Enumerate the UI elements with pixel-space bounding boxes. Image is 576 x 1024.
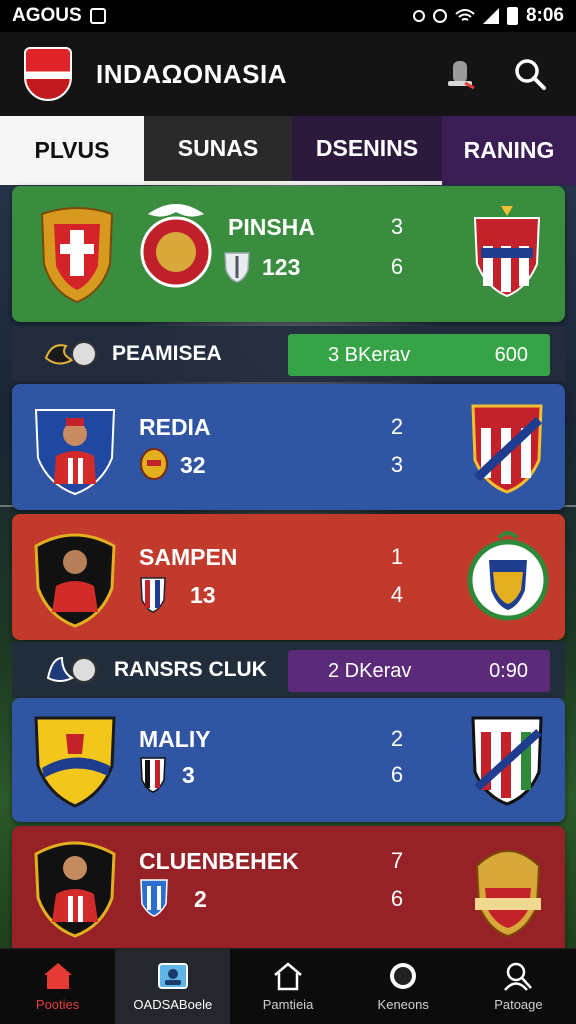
opponent-crest-icon — [471, 404, 543, 494]
info-box[interactable]: 2 DKerav 0:90 — [288, 650, 550, 692]
trophy-icon — [140, 448, 168, 480]
shield-icon — [140, 757, 166, 793]
match-card[interactable]: PINSHA 123 3 6 — [12, 186, 565, 322]
nav-item-pooties[interactable]: Pooties — [0, 949, 115, 1024]
tab-raning[interactable]: RANING — [442, 116, 576, 185]
match-card[interactable]: CLUENBEHEK 2 7 6 — [12, 826, 565, 948]
app-logo — [24, 47, 72, 101]
info-box-text: 2 DKerav — [328, 659, 412, 682]
info-label: PEAMISEA — [112, 342, 222, 365]
wifi-icon — [455, 9, 475, 21]
shield-icon — [140, 577, 166, 613]
nav-item-pamtieia[interactable]: Pamtieia — [230, 949, 345, 1024]
score-top: 2 — [390, 726, 404, 751]
rival-crest-icon — [140, 204, 212, 288]
score-bottom: 6 — [390, 254, 404, 279]
carrier-label: AGOUS — [12, 5, 82, 26]
tab-plvus[interactable]: PLVUS — [0, 116, 144, 185]
shield-icon — [140, 879, 168, 917]
house-outline-icon — [274, 962, 302, 991]
profile-card-icon — [157, 963, 188, 989]
team-number: 3 — [182, 762, 195, 788]
nav-item-oadsaboele[interactable]: OADSABoele — [115, 949, 231, 1024]
battery-icon — [506, 7, 518, 25]
nav-item-keneons[interactable]: Keneons — [346, 949, 461, 1024]
player-badge-icon — [34, 841, 116, 938]
app-bar: INDAΩONASIA — [0, 32, 576, 116]
player-badge-icon — [34, 533, 116, 628]
team-number: 32 — [180, 452, 206, 478]
bell-icon — [448, 61, 475, 90]
info-row: PEAMISEA 3 BKerav 600 — [12, 326, 565, 382]
nav-label: Pamtieia — [262, 997, 314, 1012]
team-number: 13 — [190, 582, 216, 608]
clock-icon — [432, 9, 447, 23]
tab-sunas[interactable]: SUNAS — [144, 116, 292, 185]
status-bar: AGOUS 8:06 — [0, 0, 576, 32]
score-bottom: 6 — [390, 886, 404, 911]
opponent-crest-icon — [471, 716, 543, 806]
info-row: RANSRS CLUK 2 DKerav 0:90 — [12, 642, 565, 698]
match-card[interactable]: MALIY 3 2 6 — [12, 698, 565, 822]
score-top: 1 — [390, 544, 404, 569]
gallery-icon — [89, 8, 106, 24]
team-name: PINSHA — [228, 214, 315, 240]
nav-label: OADSABoele — [133, 997, 213, 1012]
player-badge-icon — [34, 409, 116, 496]
app-title: INDAΩONASIA — [96, 58, 288, 89]
info-box-text: 3 BKerav — [328, 343, 411, 366]
opponent-crest-icon — [467, 531, 549, 621]
user-icon — [504, 962, 533, 991]
score-bottom: 6 — [390, 762, 404, 787]
search-button[interactable] — [508, 52, 552, 96]
search-icon — [515, 59, 546, 90]
team-crest-icon — [40, 207, 114, 304]
tab-dsenins[interactable]: DSENINS — [292, 116, 442, 185]
info-label: RANSRS CLUK — [114, 658, 267, 681]
opponent-crest-icon — [475, 850, 541, 938]
nav-item-patoage[interactable]: Patoage — [461, 949, 576, 1024]
ball-boot-icon — [46, 656, 97, 683]
team-crest-icon — [34, 716, 116, 808]
score-bottom: 3 — [390, 452, 404, 477]
match-card[interactable]: REDIA 32 2 3 — [12, 384, 565, 510]
clock-label: 8:06 — [525, 5, 564, 26]
nav-label: Pooties — [35, 997, 80, 1012]
nav-label: Patoage — [494, 997, 543, 1012]
tab-bar: PLVUS SUNAS DSENINS RANING — [0, 116, 576, 185]
home-icon — [43, 963, 72, 989]
shield-icon — [224, 252, 250, 283]
team-name: REDIA — [139, 414, 211, 440]
ball-boot-icon — [44, 341, 97, 367]
score-top: 7 — [390, 848, 404, 873]
match-card[interactable]: SAMPEN 13 1 4 — [12, 514, 565, 640]
info-box[interactable]: 3 BKerav 600 — [288, 334, 550, 376]
info-box-value: 600 — [494, 343, 528, 366]
notification-button[interactable] — [438, 52, 482, 96]
score-top: 2 — [390, 414, 404, 439]
team-name: CLUENBEHEK — [139, 848, 299, 874]
score-top: 3 — [390, 214, 404, 239]
info-box-value: 0:90 — [489, 659, 528, 682]
opponent-crest-icon — [473, 206, 541, 298]
alarm-icon — [412, 10, 425, 22]
team-number: 2 — [194, 886, 207, 912]
ball-icon — [390, 963, 417, 989]
team-name: MALIY — [139, 726, 211, 752]
signal-icon — [482, 8, 499, 24]
bottom-nav: Pooties OADSABoele Pamtieia Keneons Pato… — [0, 948, 576, 1024]
team-number: 123 — [262, 254, 301, 280]
nav-label: Keneons — [377, 997, 429, 1012]
team-name: SAMPEN — [139, 544, 238, 570]
score-bottom: 4 — [390, 582, 404, 607]
